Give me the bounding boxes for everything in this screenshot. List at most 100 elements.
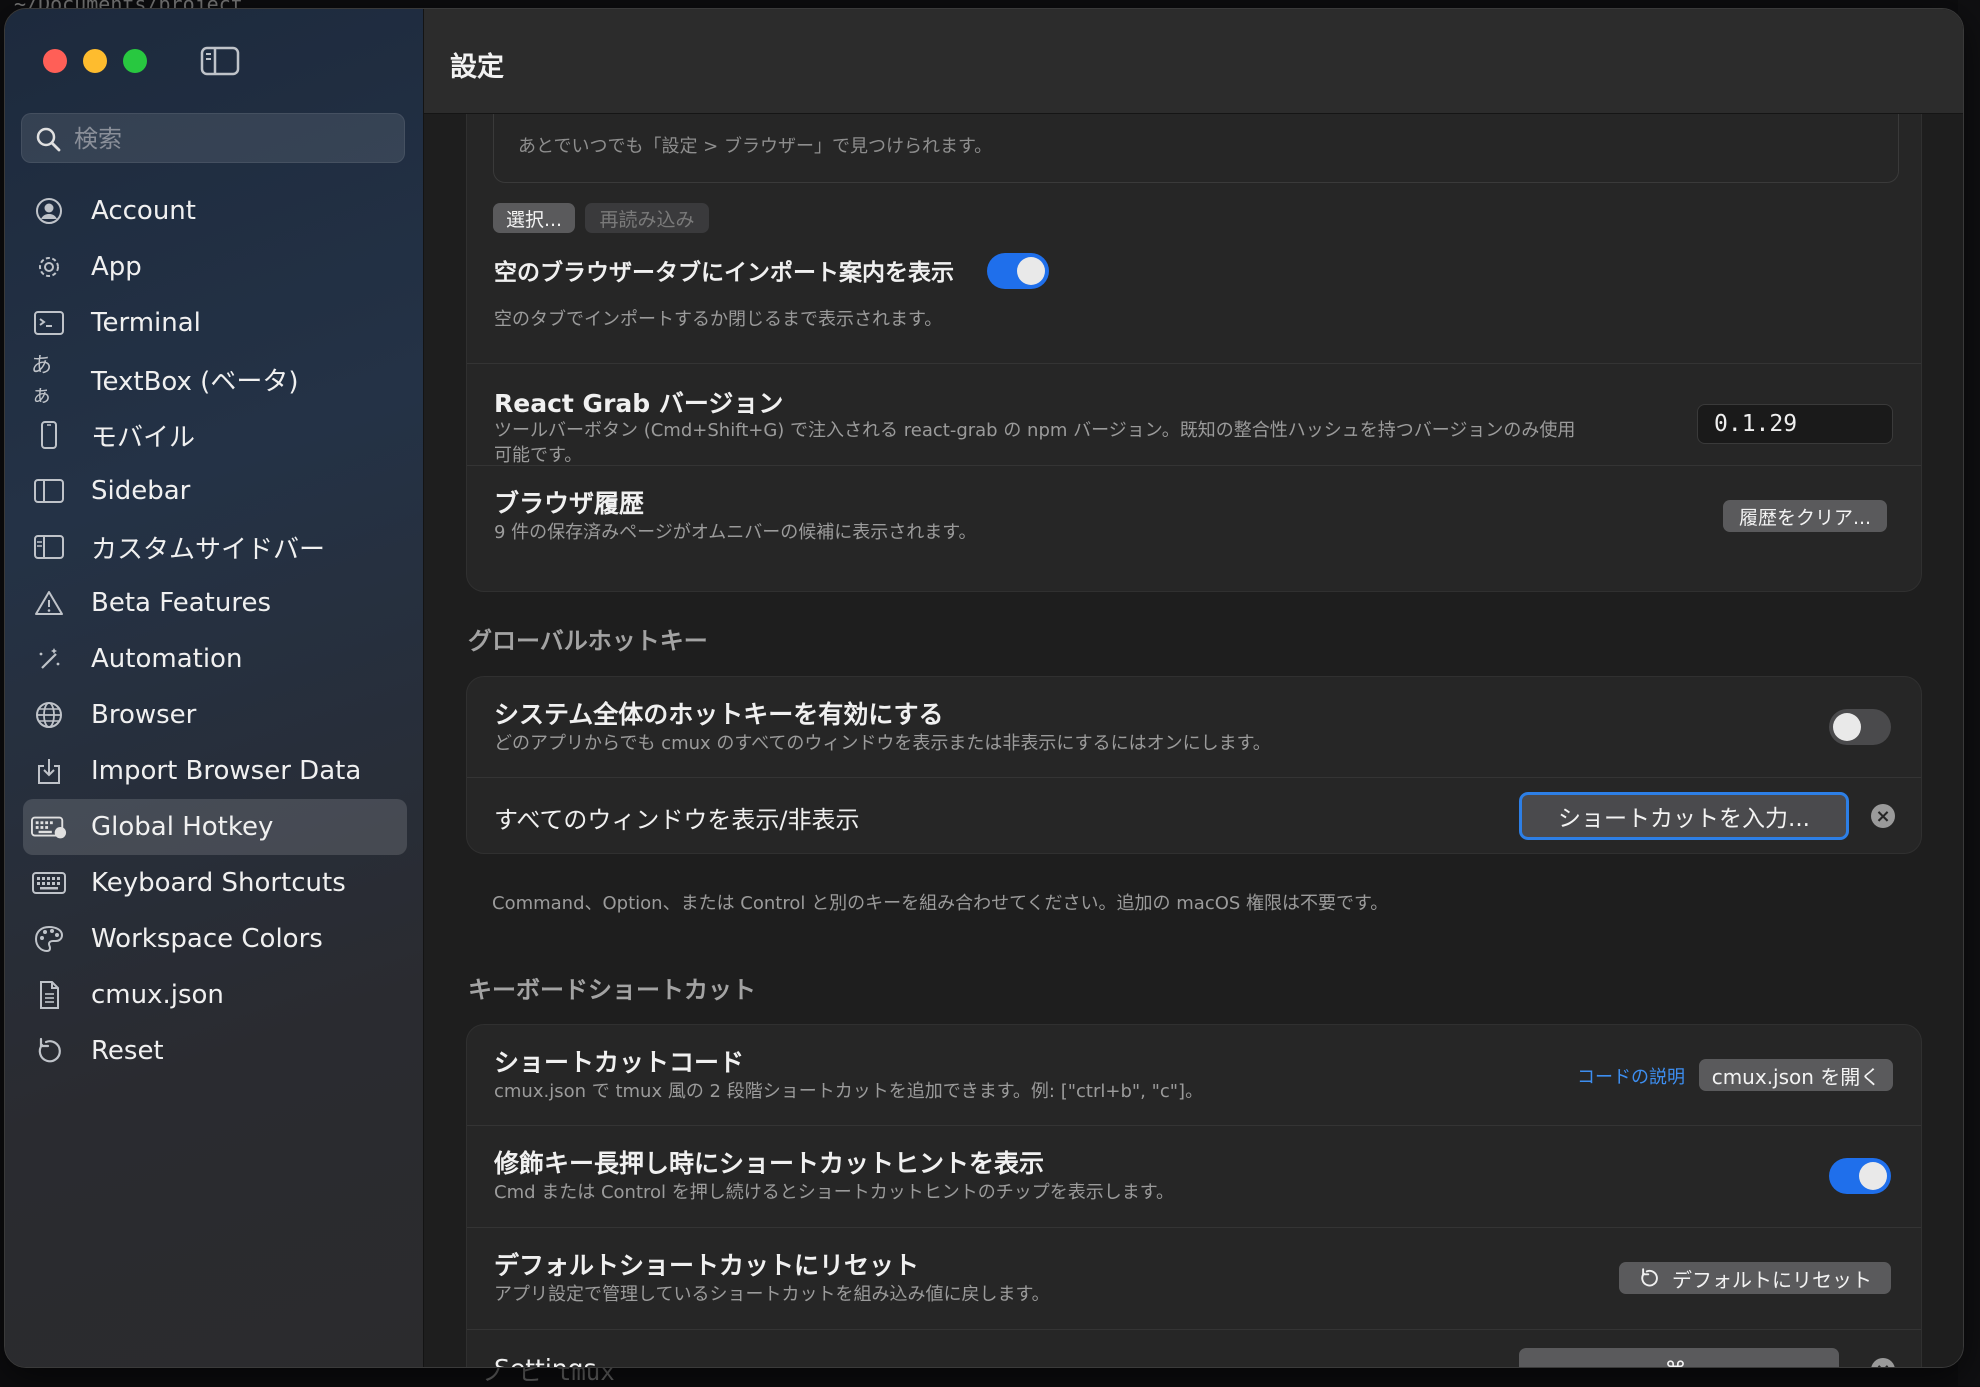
globe-icon [31,697,67,733]
magic-wand-icon [31,641,67,677]
browser-history-row: ブラウザ履歴 9 件の保存済みページがオムニバーの候補に表示されます。 履歴をク… [467,465,1921,591]
reset-defaults-label: デフォルトにリセット [1672,1267,1872,1292]
sidebar-item-label: Sidebar [91,476,191,506]
record-shortcut-button[interactable]: ショートカットを入力... [1519,792,1849,840]
sidebar-item-textbox[interactable]: あぁ TextBox (ベータ) [23,351,407,407]
clear-shortcut-icon[interactable]: × [1871,804,1895,828]
settings-main: 設定 あとでいつでも「設定 > ブラウザー」で見つけられます。 選択... 再読… [424,9,1963,1367]
sidebar-item-custom-sidebar[interactable]: カスタムサイドバー [23,519,407,575]
reset-shortcuts-row: デフォルトショートカットにリセット アプリ設定で管理しているショートカットを組み… [467,1227,1921,1330]
sidebar-item-label: Reset [91,1036,164,1066]
keyboard-shortcuts-card: ショートカットコード cmux.json で tmux 風の 2 段階ショートカ… [466,1024,1922,1367]
reload-button[interactable]: 再読み込み [585,203,709,233]
shortcut-code-title: ショートカットコード [494,1048,745,1077]
enable-hotkey-row: システム全体のホットキーを有効にする どのアプリからでも cmux のすべてのウ… [467,677,1921,777]
sidebar-item-browser[interactable]: Browser [23,687,407,743]
sidebar-item-label: Terminal [91,308,201,338]
warning-triangle-icon [31,585,67,621]
settings-shortcut-row: Settings ⌘, × [467,1329,1921,1367]
sidebar-toggle-icon[interactable] [200,45,240,77]
shortcut-code-subtitle: cmux.json で tmux 風の 2 段階ショートカットを追加できます。例… [494,1081,1204,1102]
code-docs-link[interactable]: コードの説明 [1577,1063,1685,1089]
keyboard-icon [31,865,67,901]
import-icon [31,753,67,789]
sidebar-item-terminal[interactable]: Terminal [23,295,407,351]
sidebar-item-automation[interactable]: Automation [23,631,407,687]
modifier-hint-title: 修飾キー長押し時にショートカットヒントを表示 [494,1149,1045,1178]
enable-hotkey-subtitle: どのアプリからでも cmux のすべてのウィンドウを表示または非表示にするにはオ… [494,733,1271,754]
sidebar-item-label: cmux.json [91,980,224,1010]
modifier-hint-subtitle: Cmd または Control を押し続けるとショートカットヒントのチップを表示… [494,1182,1174,1203]
shortcut-code-row: ショートカットコード cmux.json で tmux 風の 2 段階ショートカ… [467,1025,1921,1125]
modifier-hint-toggle[interactable] [1829,1158,1891,1194]
open-cmux-json-button[interactable]: cmux.json を開く [1699,1059,1893,1091]
sidebar-item-label: TextBox (ベータ) [91,366,299,397]
sidebar-item-workspace-colors[interactable]: Workspace Colors [23,911,407,967]
sidebar-item-label: Browser [91,700,197,730]
toggle-knob [1017,257,1045,285]
reset-defaults-button[interactable]: デフォルトにリセット [1619,1262,1891,1294]
sidebar: Account App Terminal あぁ TextBox (ベータ) [5,9,424,1367]
browser-history-title: ブラウザ履歴 [494,489,645,518]
toggle-knob [1833,713,1861,741]
sidebar-item-label: Beta Features [91,588,272,618]
search-input[interactable] [72,114,396,164]
reset-shortcuts-subtitle: アプリ設定で管理しているショートカットを組み込み値に戻します。 [494,1284,1050,1305]
select-button[interactable]: 選択... [493,203,575,233]
zoom-window-button[interactable] [123,49,147,73]
react-grab-title: React Grab バージョン [494,389,784,418]
sidebar-item-keyboard-shortcuts[interactable]: Keyboard Shortcuts [23,855,407,911]
sidebar-item-label: Keyboard Shortcuts [91,868,346,898]
sidebar-item-label: Account [91,196,196,226]
title-bar: 設定 [424,9,1963,114]
terminal-icon [31,305,67,341]
clear-history-button[interactable]: 履歴をクリア... [1723,500,1887,532]
react-grab-version-field[interactable]: 0.1.29 [1697,404,1893,444]
sidebar-item-beta-features[interactable]: Beta Features [23,575,407,631]
keyboard-badge-icon [31,809,67,845]
close-window-button[interactable] [43,49,67,73]
sidebar-item-label: Automation [91,644,243,674]
gear-icon [31,249,67,285]
enable-hotkey-toggle[interactable] [1829,709,1891,745]
sidebar-item-sidebar[interactable]: Sidebar [23,463,407,519]
sidebar-item-reset[interactable]: Reset [23,1023,407,1079]
sidebar-item-mobile[interactable]: モバイル [23,407,407,463]
react-grab-row: React Grab バージョン ツールバーボタン (Cmd+Shift+G) … [467,363,1921,466]
reset-shortcuts-title: デフォルトショートカットにリセット [494,1251,920,1280]
phone-icon [31,417,67,453]
sidebar-item-app[interactable]: App [23,239,407,295]
browser-hint-box: あとでいつでも「設定 > ブラウザー」で見つけられます。 [493,114,1899,183]
settings-shortcut-title: Settings [494,1354,597,1367]
keyboard-shortcuts-section-header: キーボードショートカット [468,976,756,1004]
person-circle-icon [31,193,67,229]
settings-shortcut-button[interactable]: ⌘, [1519,1348,1839,1367]
search-field[interactable] [21,113,405,164]
show-all-windows-row: すべてのウィンドウを表示/非表示 ショートカットを入力... × [467,777,1921,853]
reset-icon [31,1033,67,1069]
sidebar-nav: Account App Terminal あぁ TextBox (ベータ) モバ… [23,183,407,1079]
textbox-icon: あぁ [31,353,52,407]
sidebar-item-label: カスタムサイドバー [91,534,326,565]
sidebar-item-account[interactable]: Account [23,183,407,239]
import-hint-title: 空のブラウザータブにインポート案内を表示 [494,260,954,286]
sidebar-item-import-browser-data[interactable]: Import Browser Data [23,743,407,799]
sidebar-item-global-hotkey[interactable]: Global Hotkey [23,799,407,855]
minimize-window-button[interactable] [83,49,107,73]
sidebar-item-label: App [91,252,142,282]
clear-settings-shortcut-icon[interactable]: × [1871,1358,1895,1367]
toggle-knob [1859,1162,1887,1190]
settings-content: あとでいつでも「設定 > ブラウザー」で見つけられます。 選択... 再読み込み… [424,114,1963,1367]
sidebar-item-label: Global Hotkey [91,812,274,842]
browser-history-subtitle: 9 件の保存済みページがオムニバーの候補に表示されます。 [494,522,977,543]
sidebar-item-label: Workspace Colors [91,924,323,954]
sidebar-item-cmux-json[interactable]: cmux.json [23,967,407,1023]
enable-hotkey-title: システム全体のホットキーを有効にする [494,700,944,729]
browser-settings-card: あとでいつでも「設定 > ブラウザー」で見つけられます。 選択... 再読み込み… [466,114,1922,592]
import-hint-toggle[interactable] [987,253,1049,289]
global-hotkey-card: システム全体のホットキーを有効にする どのアプリからでも cmux のすべてのウ… [466,676,1922,854]
reset-icon [1641,1268,1658,1287]
global-hotkey-footnote: Command、Option、または Control と別のキーを組み合わせてく… [492,893,1389,914]
page-title: 設定 [450,52,504,83]
sidebar-icon [31,473,67,509]
